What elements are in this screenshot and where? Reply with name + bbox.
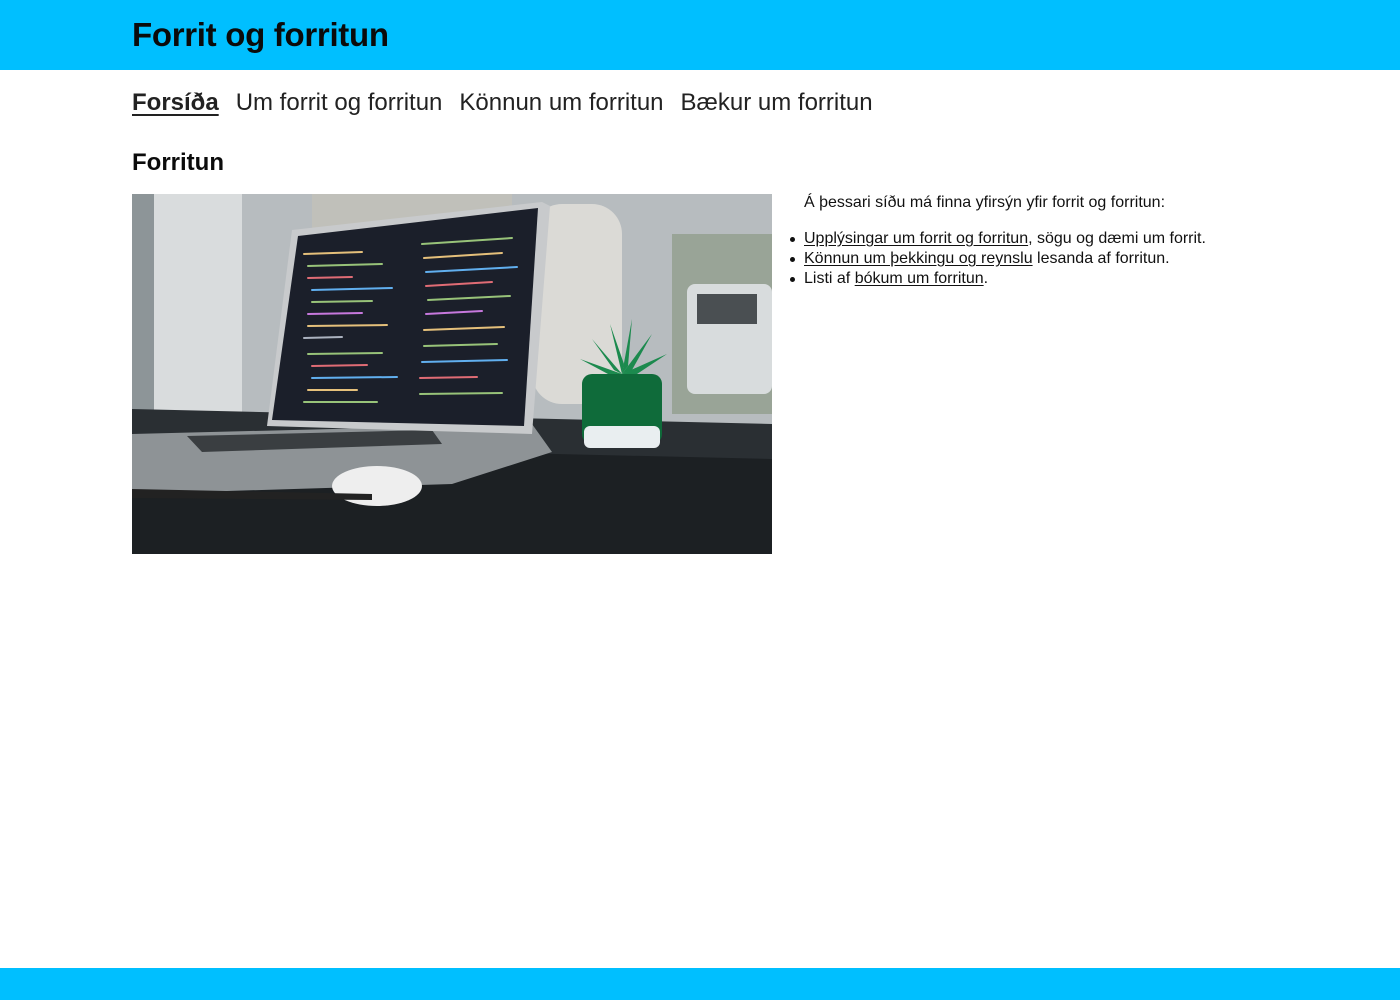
- list-item-suffix: .: [983, 270, 989, 287]
- link-bokum[interactable]: bókum um forritun: [855, 270, 984, 287]
- link-list: Upplýsingar um forrit og forritun, sögu …: [790, 229, 1206, 289]
- list-item-suffix: , sögu og dæmi um forrit.: [1028, 230, 1206, 247]
- link-konnun[interactable]: Könnun um þekkingu og reynslu: [804, 250, 1033, 267]
- list-item: Könnun um þekkingu og reynslu lesanda af…: [790, 249, 1206, 269]
- site-title: Forrit og forritun: [132, 16, 389, 53]
- list-item-suffix: lesanda af forritun.: [1032, 250, 1170, 267]
- list-item-prefix: Listi af: [804, 270, 855, 287]
- nav-link-forsida[interactable]: Forsíða: [132, 87, 219, 119]
- nav-link-um-forrit[interactable]: Um forrit og forritun: [236, 87, 443, 119]
- site-header: Forrit og forritun: [0, 0, 1400, 70]
- list-item: Upplýsingar um forrit og forritun, sögu …: [790, 229, 1206, 249]
- link-upplysingar[interactable]: Upplýsingar um forrit og forritun: [804, 230, 1028, 247]
- main-nav: Forsíða Um forrit og forritun Könnun um …: [132, 86, 873, 120]
- site-footer: [0, 968, 1400, 1000]
- list-item: Listi af bókum um forritun.: [790, 269, 1206, 289]
- nav-link-baekur[interactable]: Bækur um forritun: [681, 87, 873, 119]
- page: Forrit og forritun Forsíða Um forrit og …: [0, 0, 1400, 1000]
- intro-text: Á þessari síðu má finna yfirsýn yfir for…: [804, 194, 1166, 211]
- laptop-photo: [132, 194, 772, 554]
- section-heading: Forritun: [132, 149, 224, 176]
- nav-link-konnun[interactable]: Könnun um forritun: [459, 87, 663, 119]
